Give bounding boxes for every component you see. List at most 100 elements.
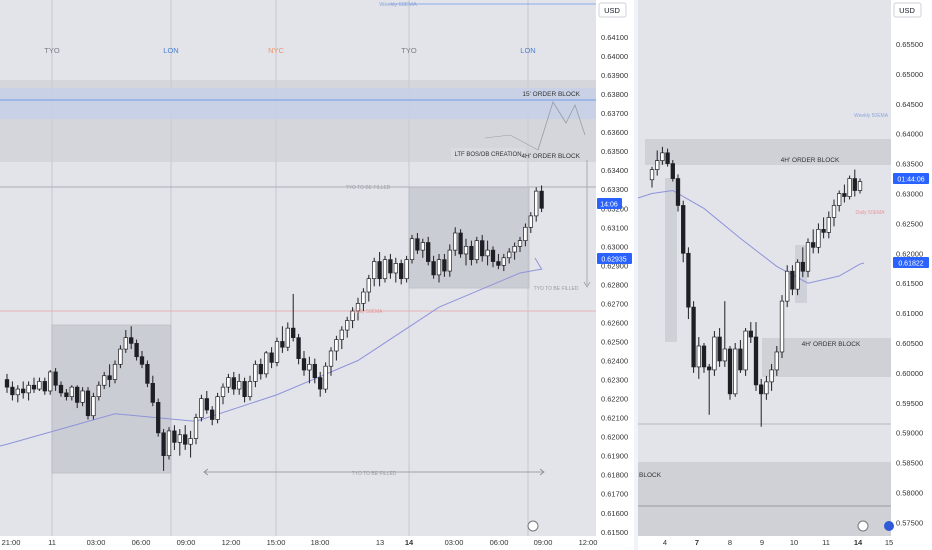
candle xyxy=(366,278,371,293)
candle xyxy=(193,417,199,439)
right-candle xyxy=(753,336,759,386)
right-price-tick: 0.59000 xyxy=(896,429,923,438)
candle xyxy=(150,382,155,403)
candle xyxy=(237,381,242,390)
right-time-tick: 10 xyxy=(790,538,798,547)
candle xyxy=(15,388,20,396)
candle xyxy=(64,392,69,398)
candle xyxy=(517,240,523,247)
candle xyxy=(145,363,150,384)
right-price-tick: 0.65000 xyxy=(896,70,923,79)
time-tick: 13 xyxy=(376,538,384,547)
candle xyxy=(166,430,172,457)
right-candle xyxy=(691,306,696,368)
right-last-price-tag: 0.61822 xyxy=(898,261,923,268)
candle xyxy=(123,337,128,350)
right-candle xyxy=(790,270,795,290)
time-tick: 06:00 xyxy=(132,538,151,547)
candle xyxy=(220,386,226,398)
candle xyxy=(447,249,452,272)
right-time-tick: 7 xyxy=(695,538,699,547)
candle xyxy=(96,384,101,398)
right-candle xyxy=(816,229,821,248)
candle xyxy=(42,381,47,392)
candle xyxy=(156,402,161,434)
price-tick: 0.63300 xyxy=(601,185,628,194)
right-price-tick: 0.62000 xyxy=(896,249,923,258)
candle xyxy=(523,226,528,241)
price-tick: 0.61800 xyxy=(601,471,628,480)
right-candle xyxy=(805,242,811,272)
price-tick: 0.64100 xyxy=(601,33,628,42)
candle xyxy=(534,190,539,217)
candle xyxy=(10,386,15,396)
chart-stage: TYO LON NYC TYO LON Weekly 50EMA 15' ORDER BLO… xyxy=(0,0,932,550)
candle xyxy=(539,190,544,209)
candle xyxy=(339,329,344,340)
right-candle xyxy=(660,152,665,161)
right-replay-icon[interactable] xyxy=(857,520,869,532)
candle xyxy=(226,377,231,388)
candle xyxy=(463,245,469,255)
candle xyxy=(307,363,312,371)
candle xyxy=(345,320,350,331)
right-candle xyxy=(811,242,816,248)
right-weekly-ema-label: Weekly 50EMA xyxy=(854,113,889,119)
candle xyxy=(247,381,253,398)
right-candle xyxy=(675,178,681,206)
candle xyxy=(58,384,64,394)
right-block-label: BLOCK xyxy=(639,472,662,479)
time-tick: 12:00 xyxy=(579,538,598,547)
candle xyxy=(420,242,425,251)
right-candle xyxy=(785,270,790,302)
candle xyxy=(480,240,485,257)
right-time-tick: 8 xyxy=(728,538,732,547)
time-tick: 03:00 xyxy=(87,538,106,547)
candle xyxy=(85,390,91,417)
replay-icon[interactable] xyxy=(527,520,539,532)
candle xyxy=(188,438,193,445)
candle xyxy=(388,259,393,274)
candle xyxy=(399,263,404,280)
candle xyxy=(496,261,501,266)
price-tick: 0.62000 xyxy=(601,433,628,442)
candle xyxy=(177,434,182,443)
candle xyxy=(528,215,533,228)
candle xyxy=(291,327,296,339)
time-tick: 18:00 xyxy=(311,538,330,547)
price-tick: 0.63500 xyxy=(601,147,628,156)
right-candle xyxy=(800,261,805,272)
right-price-tick: 0.61000 xyxy=(896,309,923,318)
right-candle xyxy=(727,348,733,395)
right-candle xyxy=(837,193,842,206)
price-tick: 0.62500 xyxy=(601,337,628,346)
right-price-tick: 0.57500 xyxy=(896,518,923,527)
price-tick: 0.62600 xyxy=(601,318,628,327)
right-block-zone xyxy=(638,462,891,536)
right-price-tick: 0.58500 xyxy=(896,459,923,468)
candle xyxy=(328,350,334,367)
right-candle xyxy=(655,160,660,170)
right-candle xyxy=(722,348,727,362)
right-candle xyxy=(738,348,743,371)
candle xyxy=(490,249,496,262)
candle xyxy=(312,363,317,378)
right-currency-label: USD xyxy=(899,6,915,15)
right-price-tick: 0.62500 xyxy=(896,219,923,228)
panel-divider[interactable] xyxy=(634,0,638,550)
right-price-tick: 0.58000 xyxy=(896,489,923,498)
chart-canvas[interactable]: TYO LON NYC TYO LON Weekly 50EMA 15' ORDER BLO… xyxy=(0,0,932,550)
candle xyxy=(415,238,420,251)
candle xyxy=(4,379,10,388)
right-daily-ema-label: Daily 50EMA xyxy=(856,210,886,216)
price-tick: 0.62700 xyxy=(601,299,628,308)
right-candle xyxy=(701,345,707,368)
tyo-fill-label-right: TYO TO BE FILLED xyxy=(534,286,579,292)
right-candle xyxy=(831,205,837,218)
candle xyxy=(69,386,74,398)
right-time-tick: 4 xyxy=(663,538,667,547)
right-settings-icon[interactable] xyxy=(884,521,894,531)
candle xyxy=(53,371,58,386)
price-tick: 0.61600 xyxy=(601,509,628,518)
right-candle xyxy=(821,229,826,233)
